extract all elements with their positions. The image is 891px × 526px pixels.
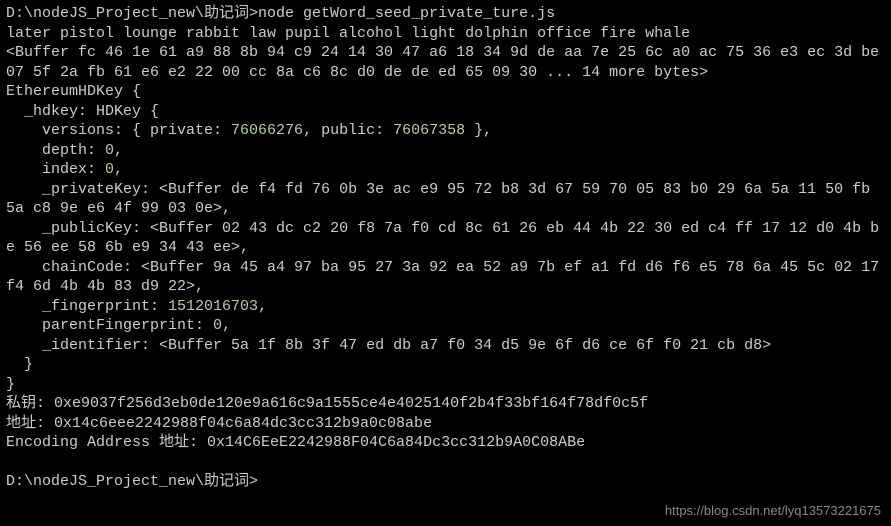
depth-prefix: depth:	[6, 142, 105, 159]
identifier-line: _identifier: <Buffer 5a 1f 8b 3f 47 ed d…	[6, 336, 885, 356]
encoding-address: Encoding Address 地址: 0x14C6EeE2242988F04…	[6, 433, 885, 453]
parent-fingerprint-line: parentFingerprint: 0,	[6, 316, 885, 336]
versions-private-value: 76066276	[231, 122, 303, 139]
depth-suffix: ,	[114, 142, 123, 159]
address-hex: 地址: 0x14c6eee2242988f04c6a84dc3cc312b9a0…	[6, 414, 885, 434]
mnemonic-output: later pistol lounge rabbit law pupil alc…	[6, 24, 885, 44]
close-brace-1: }	[6, 355, 885, 375]
fingerprint-suffix: ,	[258, 298, 267, 315]
versions-mid: , public:	[303, 122, 393, 139]
command-prompt-1: D:\nodeJS_Project_new\助记词>node getWord_s…	[6, 4, 885, 24]
index-line: index: 0,	[6, 160, 885, 180]
fingerprint-line: _fingerprint: 1512016703,	[6, 297, 885, 317]
private-key-line: _privateKey: <Buffer de f4 fd 76 0b 3e a…	[6, 180, 885, 219]
chain-code-line: chainCode: <Buffer 9a 45 a4 97 ba 95 27 …	[6, 258, 885, 297]
depth-line: depth: 0,	[6, 141, 885, 161]
index-prefix: index:	[6, 161, 105, 178]
versions-prefix: versions: { private:	[6, 122, 231, 139]
fingerprint-value: 1512016703	[168, 298, 258, 315]
command-prompt-2[interactable]: D:\nodeJS_Project_new\助记词>	[6, 472, 885, 492]
versions-public-value: 76067358	[393, 122, 465, 139]
versions-suffix: },	[465, 122, 492, 139]
depth-value: 0	[105, 142, 114, 159]
index-value: 0	[105, 161, 114, 178]
blank-line	[6, 453, 885, 473]
buffer-output: <Buffer fc 46 1e 61 a9 88 8b 94 c9 24 14…	[6, 43, 885, 82]
parent-fingerprint-prefix: parentFingerprint:	[6, 317, 213, 334]
parent-fingerprint-value: 0	[213, 317, 222, 334]
private-key-hex: 私钥: 0xe9037f256d3eb0de120e9a616c9a1555ce…	[6, 394, 885, 414]
parent-fingerprint-suffix: ,	[222, 317, 231, 334]
object-name: EthereumHDKey {	[6, 82, 885, 102]
index-suffix: ,	[114, 161, 123, 178]
close-brace-2: }	[6, 375, 885, 395]
fingerprint-prefix: _fingerprint:	[6, 298, 168, 315]
watermark-url: https://blog.csdn.net/lyq13573221675	[665, 503, 881, 520]
terminal-output[interactable]: D:\nodeJS_Project_new\助记词>node getWord_s…	[6, 4, 885, 492]
hdkey-line: _hdkey: HDKey {	[6, 102, 885, 122]
versions-line: versions: { private: 76066276, public: 7…	[6, 121, 885, 141]
public-key-line: _publicKey: <Buffer 02 43 dc c2 20 f8 7a…	[6, 219, 885, 258]
